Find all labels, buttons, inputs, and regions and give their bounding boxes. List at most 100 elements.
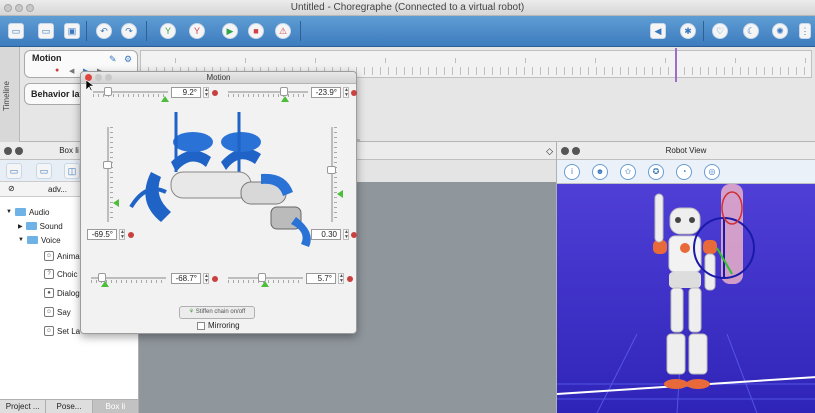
save-icon[interactable]: ▣ bbox=[64, 23, 80, 39]
tree-item[interactable]: ☺ Set La bbox=[44, 324, 80, 338]
toolbar-overflow-icon[interactable]: ⋮ bbox=[799, 23, 811, 39]
star-filled-icon[interactable]: ✪ bbox=[648, 164, 664, 180]
connect-icon[interactable]: Y bbox=[160, 23, 176, 39]
robot-3d-scene[interactable] bbox=[557, 184, 815, 413]
elbow-roll-value[interactable]: 5.7° bbox=[306, 273, 336, 284]
timeline-side-tab[interactable]: Timeline bbox=[0, 47, 20, 142]
toolbar-separator bbox=[86, 21, 87, 41]
motion-layer-label: Motion bbox=[32, 53, 62, 63]
open-file-icon[interactable]: ▭ bbox=[38, 23, 54, 39]
choice-box-icon: ? bbox=[44, 269, 54, 279]
tree-item-label: Voice bbox=[40, 235, 61, 245]
tree-item[interactable]: ▶ Sound bbox=[18, 219, 63, 233]
ruler-tick: | bbox=[595, 58, 597, 64]
ruler-tick: | bbox=[455, 58, 457, 64]
slider-knob[interactable] bbox=[327, 165, 336, 174]
lock-dot-icon[interactable] bbox=[212, 276, 218, 282]
tree-item-label: Say bbox=[57, 307, 71, 317]
robot-select-icon[interactable]: ☻ bbox=[592, 164, 608, 180]
new-box-icon[interactable]: ▭ bbox=[6, 163, 22, 179]
elbow-yaw-value[interactable]: -69.5° bbox=[87, 229, 117, 240]
record-icon[interactable]: ● bbox=[55, 67, 59, 74]
stepper-arrows[interactable]: ▲ ▼ bbox=[338, 273, 344, 284]
shoulder-pitch-slider[interactable] bbox=[93, 87, 168, 97]
library-menu-icon[interactable]: ◫ bbox=[64, 163, 80, 179]
tree-item[interactable]: ? Choic bbox=[44, 267, 77, 281]
motion-dialog-title: Motion bbox=[206, 73, 231, 82]
shoulder-roll-value[interactable]: -23.9° bbox=[311, 87, 341, 98]
motion-dialog: Motion 9.2° ▲ ▼ -23.9° ▲ ▼ -69.5° ▲ ▼ 0.… bbox=[80, 71, 357, 334]
stepper-arrows[interactable]: ▲ ▼ bbox=[203, 87, 209, 98]
mirroring-checkbox[interactable] bbox=[197, 321, 205, 330]
tree-item[interactable]: ☺ Say bbox=[44, 305, 71, 319]
stepper-arrows[interactable]: ▲ ▼ bbox=[343, 87, 349, 98]
mirroring-label: Mirroring bbox=[208, 321, 240, 330]
target-marker-icon bbox=[161, 96, 169, 102]
info-icon[interactable]: i bbox=[564, 164, 580, 180]
tree-item[interactable]: ☺ Anima bbox=[44, 249, 80, 263]
lock-dot-icon[interactable] bbox=[351, 232, 357, 238]
dialog-box-icon: ● bbox=[44, 288, 54, 298]
tab-box-library[interactable]: Box li bbox=[92, 400, 139, 413]
chevron-down-icon[interactable]: ▼ bbox=[6, 209, 12, 215]
camera-icon[interactable]: ◔ bbox=[676, 164, 692, 180]
stop-icon[interactable]: ■ bbox=[248, 23, 264, 39]
settings-icon[interactable]: ⚙ bbox=[124, 54, 132, 65]
tree-item[interactable]: ● Dialog bbox=[44, 286, 80, 300]
rewind-icon[interactable]: ◀ bbox=[69, 67, 74, 75]
hand-slider[interactable] bbox=[327, 127, 337, 222]
tree-item[interactable]: ▼ Audio bbox=[6, 205, 49, 219]
bottom-panel-tabs: Project ... Pose... Box li bbox=[0, 399, 139, 413]
slider-knob[interactable] bbox=[103, 161, 112, 169]
filter-icon[interactable]: ⊘ bbox=[8, 184, 15, 193]
ruler-tick: | bbox=[385, 58, 387, 64]
tab-project[interactable]: Project ... bbox=[0, 400, 47, 413]
heart-icon[interactable]: ♡ bbox=[712, 23, 728, 39]
volume-icon[interactable]: ◀ bbox=[650, 23, 666, 39]
sonar-icon[interactable]: ◎ bbox=[704, 164, 720, 180]
stepper-arrows[interactable]: ▲ ▼ bbox=[343, 229, 349, 240]
stepper-arrows[interactable]: ▲ ▼ bbox=[203, 273, 209, 284]
mirroring-toggle[interactable]: Mirroring bbox=[197, 321, 240, 330]
wrist-yaw-value[interactable]: -68.7° bbox=[171, 273, 201, 284]
redo-icon[interactable]: ↷ bbox=[121, 23, 137, 39]
shoulder-roll-slider[interactable] bbox=[228, 87, 308, 97]
slider-knob[interactable] bbox=[280, 87, 288, 96]
chevron-right-icon[interactable]: ▶ bbox=[18, 223, 23, 230]
timeline-playhead[interactable] bbox=[675, 48, 677, 82]
elbow-yaw-slider[interactable] bbox=[103, 127, 113, 222]
tree-item[interactable]: ▼ Voice bbox=[18, 233, 61, 247]
tab-pose[interactable]: Pose... bbox=[46, 400, 93, 413]
tree-item-label: Audio bbox=[28, 207, 50, 217]
edit-icon[interactable]: ✎ bbox=[109, 54, 117, 65]
robot-view-toolbar: i ☻ ✩ ✪ ◔ ◎ bbox=[557, 160, 815, 184]
slider-knob[interactable] bbox=[104, 87, 112, 96]
disconnect-icon[interactable]: Y bbox=[189, 23, 205, 39]
chevron-down-icon[interactable]: ▼ bbox=[18, 237, 24, 243]
slider-ticks bbox=[334, 127, 337, 222]
slider-track bbox=[228, 91, 308, 93]
settings-icon[interactable]: ✺ bbox=[772, 23, 788, 39]
timeline-side-label: Timeline bbox=[2, 81, 11, 111]
warning-icon[interactable]: ⚠ bbox=[275, 23, 291, 39]
rest-icon[interactable]: ☾ bbox=[743, 23, 759, 39]
animation-mode-icon[interactable]: ✱ bbox=[680, 23, 696, 39]
lock-dot-icon[interactable] bbox=[212, 90, 218, 96]
ruler-tick: | bbox=[245, 58, 247, 64]
tree-item-label: Sound bbox=[39, 221, 63, 231]
undo-icon[interactable]: ↶ bbox=[96, 23, 112, 39]
search-input[interactable]: adv... bbox=[48, 185, 67, 194]
ruler-tick: | bbox=[175, 58, 177, 64]
open-library-icon[interactable]: ▭ bbox=[36, 163, 52, 179]
diamond-icon[interactable]: ◇ bbox=[546, 146, 553, 157]
lock-dot-icon[interactable] bbox=[351, 90, 357, 96]
shoulder-pitch-value[interactable]: 9.2° bbox=[171, 87, 201, 98]
new-file-icon[interactable]: ▭ bbox=[8, 23, 24, 39]
motion-dialog-header[interactable]: Motion bbox=[81, 72, 356, 84]
toolbar-separator bbox=[703, 21, 704, 41]
lock-dot-icon[interactable] bbox=[347, 276, 353, 282]
play-icon[interactable]: ▶ bbox=[222, 23, 238, 39]
tree-item-label: Choic bbox=[57, 269, 78, 279]
stiffen-chain-button[interactable]: ⚘ Stiffen chain on/off bbox=[179, 306, 255, 319]
star-view-icon[interactable]: ✩ bbox=[620, 164, 636, 180]
